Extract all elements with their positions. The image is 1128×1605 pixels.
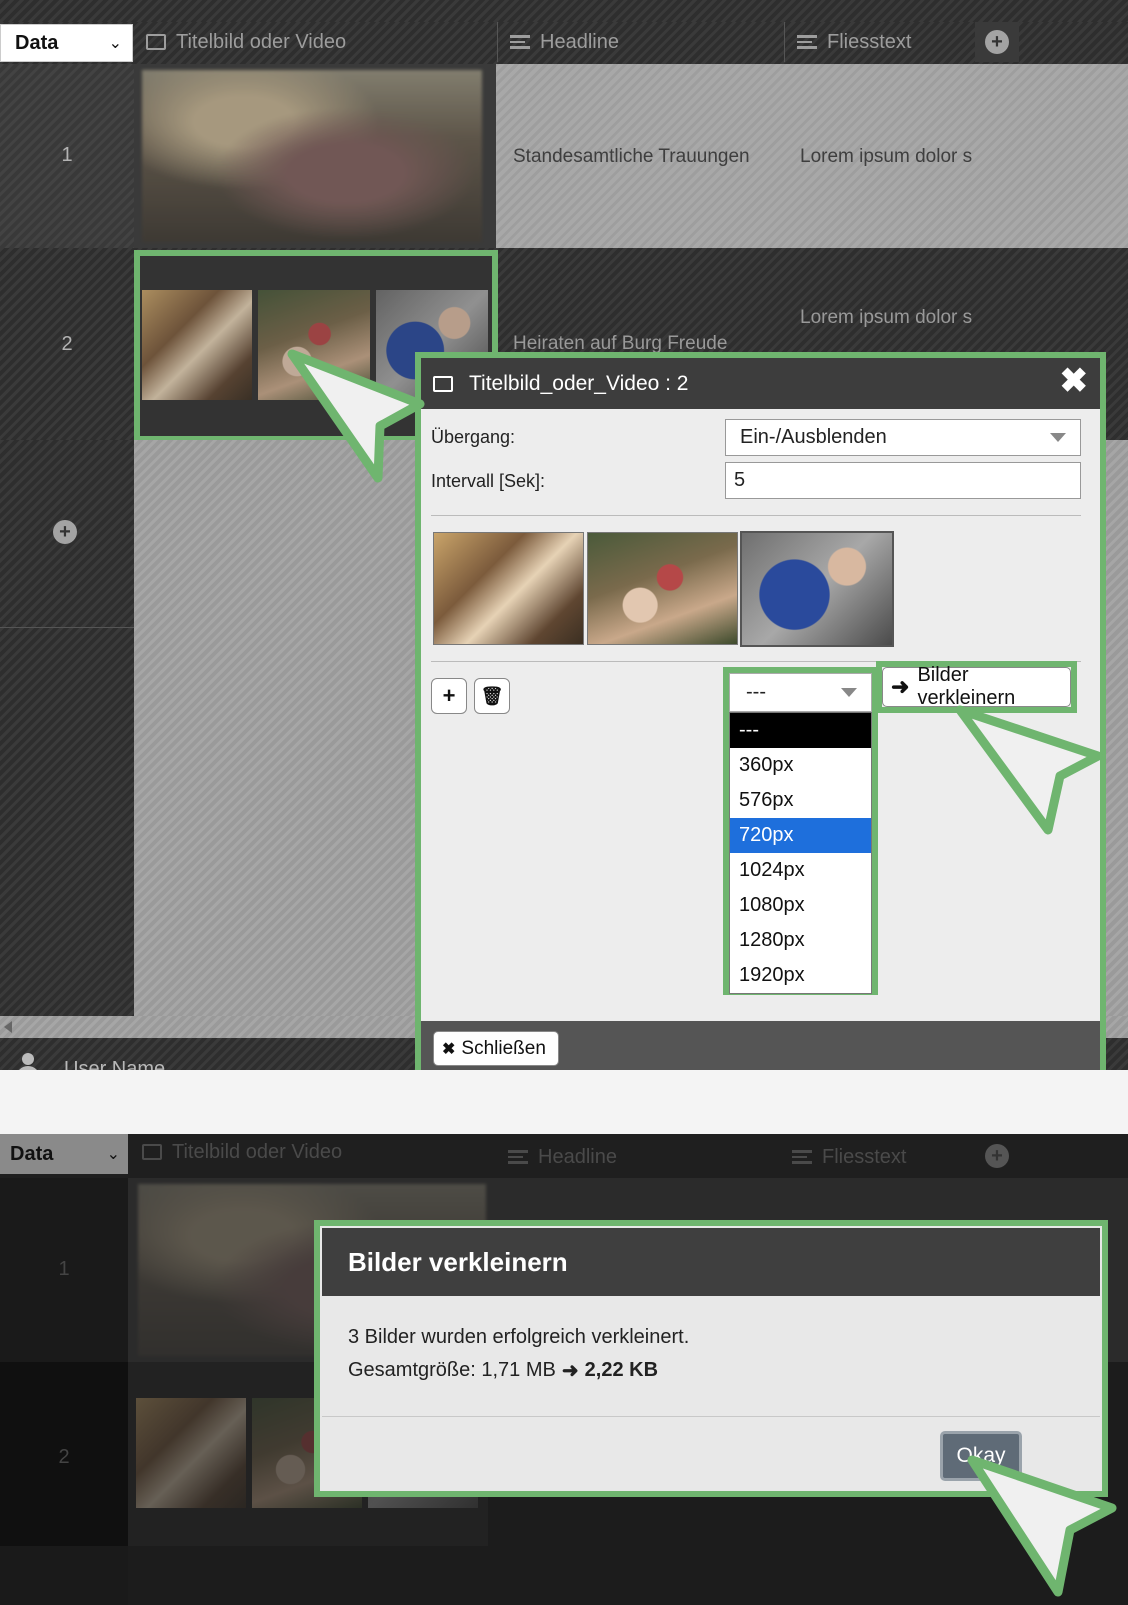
text-lines-icon (792, 1150, 812, 1164)
resize-option[interactable]: 360px (730, 748, 871, 783)
data-select-value: Data (10, 1142, 54, 1165)
chevron-down-icon: ⌄ (106, 1146, 120, 1163)
dropdown-arrow-icon (841, 688, 857, 697)
separator (0, 1070, 1128, 1134)
column-header-label: Fliesstext (822, 1145, 907, 1168)
thumbnail (142, 290, 252, 400)
screenshot-stage: Data ⌄ Titelbild oder Video Headline Fli… (0, 0, 1128, 1605)
add-column-icon: + (985, 1144, 1009, 1168)
cursor-pointer-icon (287, 349, 425, 483)
interval-value: 5 (734, 469, 746, 491)
add-image-button[interactable]: + (431, 678, 467, 714)
image-icon (146, 34, 166, 50)
trash-icon: 🗑 (480, 685, 504, 706)
cover-image (142, 70, 482, 242)
gallery-image[interactable] (433, 532, 584, 645)
add-column-icon: + (985, 30, 1009, 54)
close-button-label: Schließen (461, 1037, 546, 1059)
bottom-column-header-fliesstext: Fliesstext (792, 1137, 906, 1177)
dialog-title-bar: Titelbild_oder_Video : 2 ✖ (421, 358, 1100, 409)
interval-input[interactable]: 5 (725, 462, 1081, 499)
bottom-column-header-image: Titelbild oder Video (142, 1132, 342, 1172)
row-number: 1 (61, 144, 73, 166)
column-header-headline[interactable]: Headline (510, 22, 619, 62)
close-button[interactable]: ✖ Schließen (433, 1031, 559, 1066)
image-cell[interactable] (134, 64, 496, 248)
image-icon (142, 1144, 162, 1160)
close-icon: ✖ (442, 1040, 456, 1058)
popup-title: Bilder verkleinern (322, 1228, 1100, 1296)
column-header-label: Titelbild oder Video (172, 1140, 343, 1163)
close-icon[interactable]: ✖ (1060, 364, 1089, 398)
resize-option[interactable]: 1080px (730, 888, 871, 923)
resize-options-list: --- 360px 576px 720px 1024px 1080px 1280… (729, 712, 872, 994)
interval-label: Intervall [Sek]: (431, 471, 546, 491)
data-select-value: Data (15, 31, 59, 54)
resize-select-highlight: --- --- 360px 576px 720px 1024px 1080px … (723, 667, 878, 995)
resize-option[interactable]: 1920px (730, 958, 871, 993)
resize-select[interactable]: --- (729, 673, 872, 712)
thumbnail (136, 1398, 246, 1508)
plus-icon: + (442, 683, 456, 708)
row-number: 2 (58, 1446, 70, 1468)
bottom-column-header-headline: Headline (508, 1137, 617, 1177)
column-header-label: Titelbild oder Video (176, 30, 347, 53)
size-after: 2,22 KB (584, 1359, 659, 1381)
resize-option-selected[interactable]: 720px (730, 818, 871, 853)
dropdown-arrow-icon (1050, 433, 1066, 442)
resize-select-value: --- (746, 681, 766, 703)
gallery-image[interactable] (587, 532, 738, 645)
row-number: 1 (58, 1258, 70, 1280)
resize-option[interactable]: 576px (730, 783, 871, 818)
transition-select[interactable]: Ein-/Ausblenden (725, 419, 1081, 456)
bottom-data-select[interactable]: Data ⌄ (0, 1134, 128, 1174)
resize-option[interactable]: --- (730, 713, 871, 748)
row-number: 2 (61, 333, 73, 355)
arrow-right-icon: ➜ (561, 1360, 579, 1382)
column-header-label: Headline (538, 1145, 617, 1168)
resize-option[interactable]: 1280px (730, 923, 871, 958)
size-before: Gesamtgröße: 1,71 MB (348, 1359, 556, 1381)
cursor-pointer-icon (955, 705, 1103, 835)
divider (322, 1416, 1100, 1417)
resize-option[interactable]: 1024px (730, 853, 871, 888)
column-header-label: Headline (540, 30, 619, 53)
transition-value: Ein-/Ausblenden (740, 426, 887, 448)
row-headline: Standesamtliche Trauungen (513, 146, 750, 167)
chevron-down-icon: ⌄ (108, 35, 122, 52)
dialog-title: Titelbild_oder_Video : 2 (469, 371, 689, 395)
popup-message-line2: Gesamtgröße: 1,71 MB ➜ 2,22 KB (348, 1358, 658, 1383)
popup-message-line1: 3 Bilder wurden erfolgreich verkleinert. (348, 1326, 690, 1348)
column-header-fliesstext[interactable]: Fliesstext (797, 22, 911, 62)
add-row-button[interactable]: + (53, 520, 77, 544)
text-lines-icon (508, 1150, 528, 1164)
delete-image-button[interactable]: 🗑 (474, 678, 510, 714)
cursor-pointer-icon (967, 1455, 1117, 1597)
add-row-icon: + (53, 520, 77, 544)
text-lines-icon (797, 35, 817, 49)
transition-label: Übergang: (431, 427, 516, 447)
row-text: Lorem ipsum dolor s (800, 307, 973, 328)
row-text: Lorem ipsum dolor s (800, 146, 973, 167)
add-column-button[interactable]: + (975, 22, 1019, 62)
arrow-right-icon: ➜ (891, 674, 910, 699)
column-header-label: Fliesstext (827, 30, 912, 53)
bottom-add-column: + (985, 1144, 1009, 1168)
column-header-image[interactable]: Titelbild oder Video (146, 22, 346, 62)
gallery-image-selected[interactable] (740, 531, 894, 647)
data-select[interactable]: Data ⌄ (0, 24, 133, 62)
divider (431, 515, 1081, 516)
text-lines-icon (510, 35, 530, 49)
image-icon (433, 375, 453, 392)
